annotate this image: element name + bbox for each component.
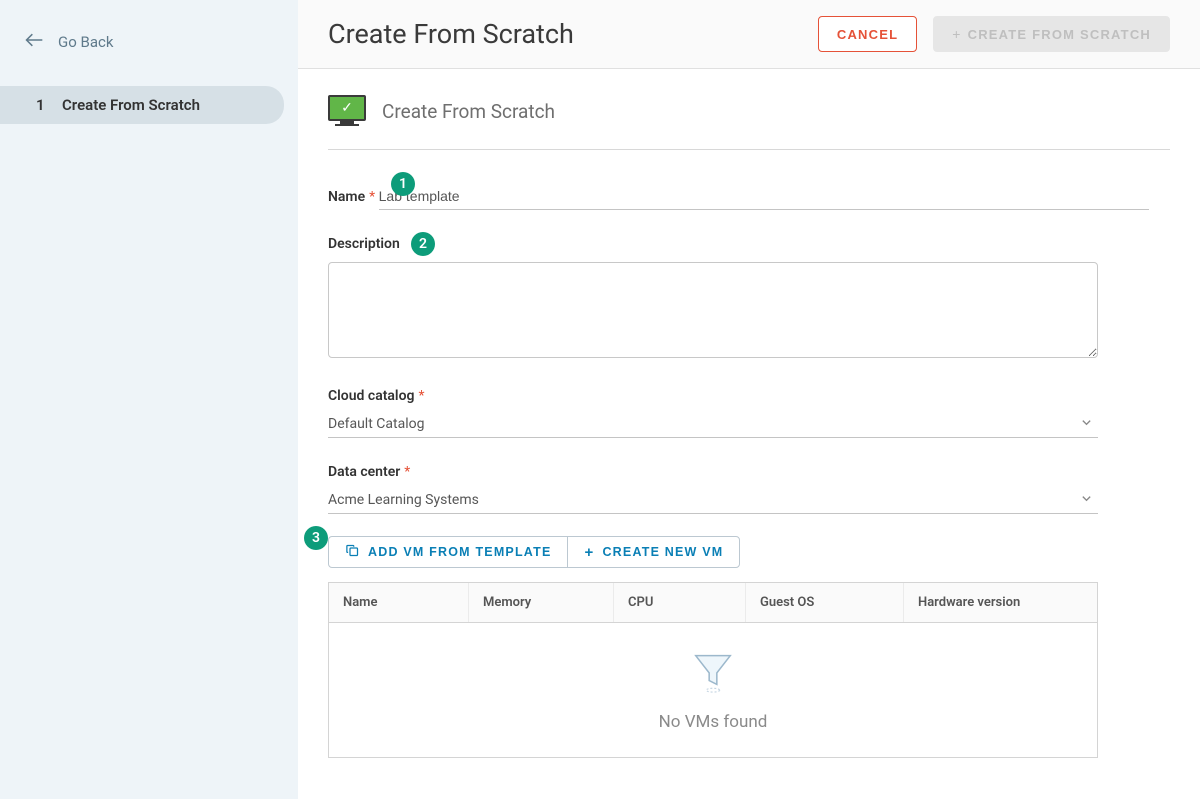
required-asterisk: * xyxy=(369,189,375,205)
callout-2: 2 xyxy=(411,232,435,256)
chevron-down-icon xyxy=(1081,492,1092,508)
header-actions: CANCEL + CREATE FROM SCRATCH xyxy=(818,16,1170,52)
table-body: No VMs found xyxy=(329,623,1097,757)
filter-funnel-icon xyxy=(690,648,736,698)
callout-1: 1 xyxy=(391,172,415,196)
description-input[interactable] xyxy=(328,262,1098,358)
sidebar: Go Back 1 Create From Scratch xyxy=(0,0,298,799)
main-panel: Create From Scratch CANCEL + CREATE FROM… xyxy=(298,0,1200,799)
add-vm-label: ADD VM FROM TEMPLATE xyxy=(368,545,551,559)
page-title: Create From Scratch xyxy=(328,18,574,50)
vm-action-row: ADD VM FROM TEMPLATE + CREATE NEW VM xyxy=(328,536,740,568)
col-cpu[interactable]: CPU xyxy=(614,583,746,622)
vm-table: Name Memory CPU Guest OS Hardware versio… xyxy=(328,582,1098,758)
empty-state-text: No VMs found xyxy=(659,712,768,732)
col-name[interactable]: Name xyxy=(329,583,469,622)
cancel-button[interactable]: CANCEL xyxy=(818,16,917,52)
required-asterisk: * xyxy=(418,388,424,404)
plus-icon: + xyxy=(584,545,594,560)
description-field-group: Description 2 xyxy=(328,236,1170,362)
table-header: Name Memory CPU Guest OS Hardware versio… xyxy=(329,583,1097,623)
create-new-vm-button[interactable]: + CREATE NEW VM xyxy=(568,537,739,567)
section-title: Create From Scratch xyxy=(382,100,555,123)
wizard-steps: 1 Create From Scratch xyxy=(0,86,298,124)
header: Create From Scratch CANCEL + CREATE FROM… xyxy=(298,0,1200,69)
content: ✓ Create From Scratch Name * 1 Descripti… xyxy=(298,69,1200,799)
datacenter-select[interactable]: Acme Learning Systems xyxy=(328,484,1098,514)
create-button-label: CREATE FROM SCRATCH xyxy=(968,27,1151,42)
go-back-link[interactable]: Go Back xyxy=(0,0,298,54)
catalog-select[interactable]: Default Catalog xyxy=(328,408,1098,438)
datacenter-field-group: Data center * Acme Learning Systems xyxy=(328,464,1170,514)
description-label: Description xyxy=(328,236,400,252)
col-guest-os[interactable]: Guest OS xyxy=(746,583,904,622)
datacenter-label: Data center xyxy=(328,464,400,480)
required-asterisk: * xyxy=(404,464,410,480)
create-button: + CREATE FROM SCRATCH xyxy=(933,16,1170,52)
section-header: ✓ Create From Scratch xyxy=(328,69,1170,150)
copy-icon xyxy=(345,543,360,561)
col-hardware[interactable]: Hardware version xyxy=(904,583,1097,622)
go-back-label: Go Back xyxy=(58,33,113,51)
callout-3: 3 xyxy=(304,526,328,550)
datacenter-value: Acme Learning Systems xyxy=(328,492,479,508)
create-vm-label: CREATE NEW VM xyxy=(602,545,723,559)
name-label: Name xyxy=(328,189,365,205)
catalog-field-group: Cloud catalog * Default Catalog xyxy=(328,388,1170,438)
col-memory[interactable]: Memory xyxy=(469,583,614,622)
name-input[interactable] xyxy=(379,180,1149,210)
arrow-left-icon xyxy=(24,30,44,54)
chevron-down-icon xyxy=(1081,416,1092,432)
catalog-label: Cloud catalog xyxy=(328,388,414,404)
vm-actions-group: 3 ADD VM FROM TEMPLATE + CREATE NEW VM xyxy=(328,524,1170,758)
name-field-group: Name * 1 xyxy=(328,176,1170,210)
step-label: Create From Scratch xyxy=(62,96,200,114)
plus-icon: + xyxy=(952,26,961,42)
wizard-step-1[interactable]: 1 Create From Scratch xyxy=(0,86,284,124)
add-vm-from-template-button[interactable]: ADD VM FROM TEMPLATE xyxy=(329,537,568,567)
step-number: 1 xyxy=(36,96,62,114)
catalog-value: Default Catalog xyxy=(328,416,424,432)
monitor-check-icon: ✓ xyxy=(328,95,366,127)
